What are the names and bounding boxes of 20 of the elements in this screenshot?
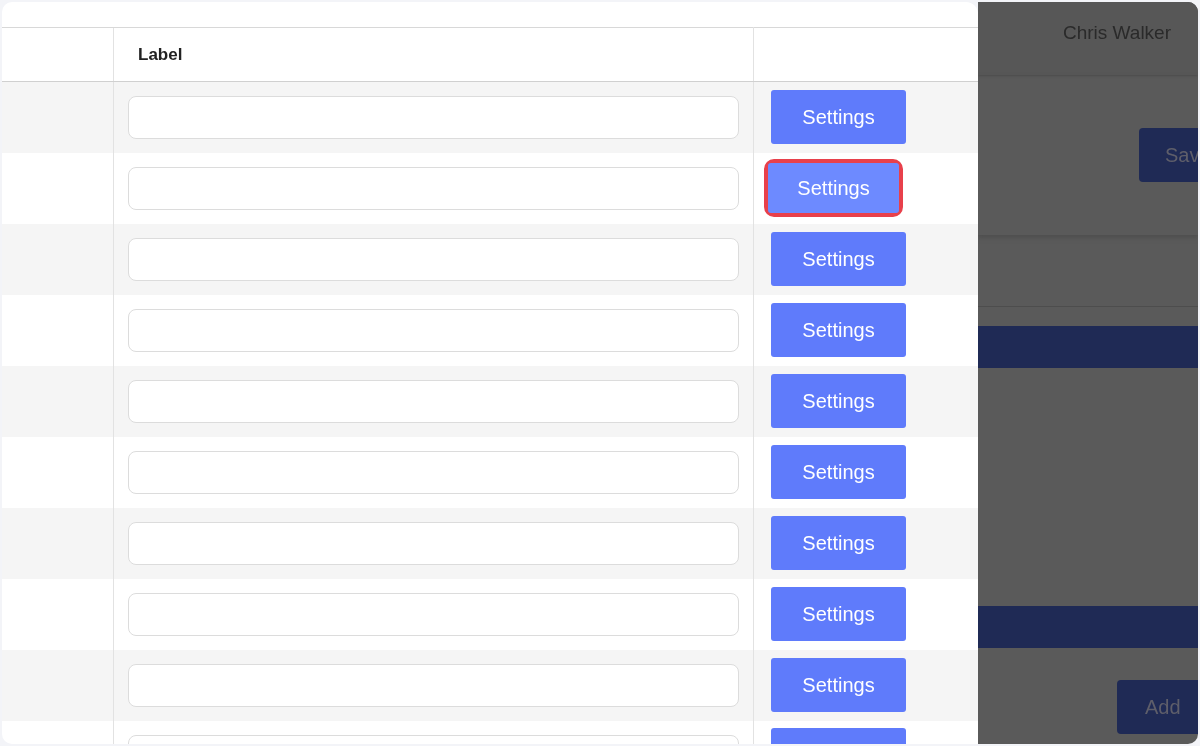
column-header: Label [138, 44, 183, 64]
label-input[interactable] [128, 663, 739, 707]
settings-button[interactable]: Settings [771, 374, 906, 428]
label-input[interactable] [128, 166, 739, 210]
settings-button[interactable]: Settings [768, 163, 899, 213]
label-input[interactable] [128, 379, 739, 423]
label-input[interactable] [128, 308, 739, 352]
settings-button[interactable]: Settings [771, 303, 906, 357]
settings-button[interactable]: Settings [771, 445, 906, 499]
label-input[interactable] [128, 521, 739, 565]
add-button[interactable]: Add [1117, 680, 1198, 734]
settings-button[interactable]: Settings [771, 90, 906, 145]
settings-button[interactable]: Settings [771, 658, 906, 712]
label-input[interactable] [128, 592, 739, 636]
settings-button[interactable]: Settings [771, 587, 906, 641]
settings-button[interactable]: Settings [771, 232, 906, 286]
label-input[interactable] [128, 450, 739, 494]
label-input[interactable] [128, 237, 739, 281]
label-input[interactable] [128, 95, 739, 139]
settings-button[interactable]: Settings [771, 516, 906, 570]
